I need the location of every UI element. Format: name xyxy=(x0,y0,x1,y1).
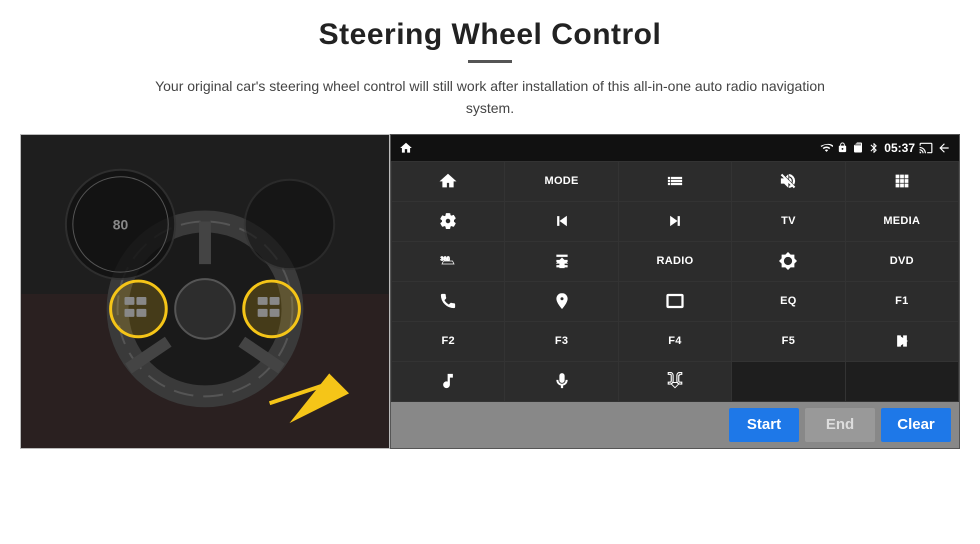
content-row: 80 xyxy=(20,134,960,449)
btn-r6c5-empty xyxy=(846,362,958,401)
car-image: 80 xyxy=(20,134,390,449)
btn-navi[interactable] xyxy=(505,282,617,321)
btn-phone[interactable] xyxy=(392,282,504,321)
start-button[interactable]: Start xyxy=(729,408,799,442)
btn-media[interactable]: MEDIA xyxy=(846,202,958,241)
btn-tv[interactable]: TV xyxy=(732,202,844,241)
status-left xyxy=(399,141,413,155)
sd-icon xyxy=(852,141,864,154)
cast-icon xyxy=(919,141,933,155)
btn-radio[interactable]: RADIO xyxy=(619,242,731,281)
bluetooth-icon xyxy=(868,141,880,155)
end-button[interactable]: End xyxy=(805,408,875,442)
lock-icon xyxy=(837,141,848,154)
btn-music[interactable] xyxy=(392,362,504,401)
btn-f3[interactable]: F3 xyxy=(505,322,617,361)
btn-360cam[interactable]: 360 xyxy=(392,242,504,281)
back-icon xyxy=(937,141,951,155)
status-bar: 05:37 xyxy=(391,135,959,161)
btn-brightness[interactable] xyxy=(732,242,844,281)
btn-mute[interactable] xyxy=(732,162,844,201)
page-title: Steering Wheel Control xyxy=(319,18,662,52)
btn-mode[interactable]: MODE xyxy=(505,162,617,201)
btn-f5[interactable]: F5 xyxy=(732,322,844,361)
btn-play-pause[interactable] xyxy=(846,322,958,361)
btn-apps[interactable] xyxy=(846,162,958,201)
btn-settings-circle[interactable] xyxy=(392,202,504,241)
button-grid: MODE TV xyxy=(391,161,959,402)
btn-home[interactable] xyxy=(392,162,504,201)
status-time: 05:37 xyxy=(884,141,915,155)
page-subtitle: Your original car's steering wheel contr… xyxy=(140,75,840,120)
page-wrapper: Steering Wheel Control Your original car… xyxy=(0,0,980,544)
clear-button[interactable]: Clear xyxy=(881,408,951,442)
wifi-icon xyxy=(820,141,833,154)
btn-f4[interactable]: F4 xyxy=(619,322,731,361)
btn-prev[interactable] xyxy=(505,202,617,241)
btn-next[interactable] xyxy=(619,202,731,241)
btn-r6c4-empty xyxy=(732,362,844,401)
head-unit-panel: 05:37 MODE xyxy=(390,134,960,449)
btn-f1[interactable]: F1 xyxy=(846,282,958,321)
bottom-bar: Start End Clear xyxy=(391,402,959,448)
status-right: 05:37 xyxy=(820,141,951,155)
btn-vol-call[interactable] xyxy=(619,362,731,401)
btn-dvd[interactable]: DVD xyxy=(846,242,958,281)
btn-eject[interactable] xyxy=(505,242,617,281)
btn-eq[interactable]: EQ xyxy=(732,282,844,321)
btn-microphone[interactable] xyxy=(505,362,617,401)
btn-f2[interactable]: F2 xyxy=(392,322,504,361)
btn-list[interactable] xyxy=(619,162,731,201)
home-status-icon xyxy=(399,141,413,155)
svg-text:80: 80 xyxy=(113,216,129,232)
title-divider xyxy=(468,60,512,63)
btn-screen[interactable] xyxy=(619,282,731,321)
